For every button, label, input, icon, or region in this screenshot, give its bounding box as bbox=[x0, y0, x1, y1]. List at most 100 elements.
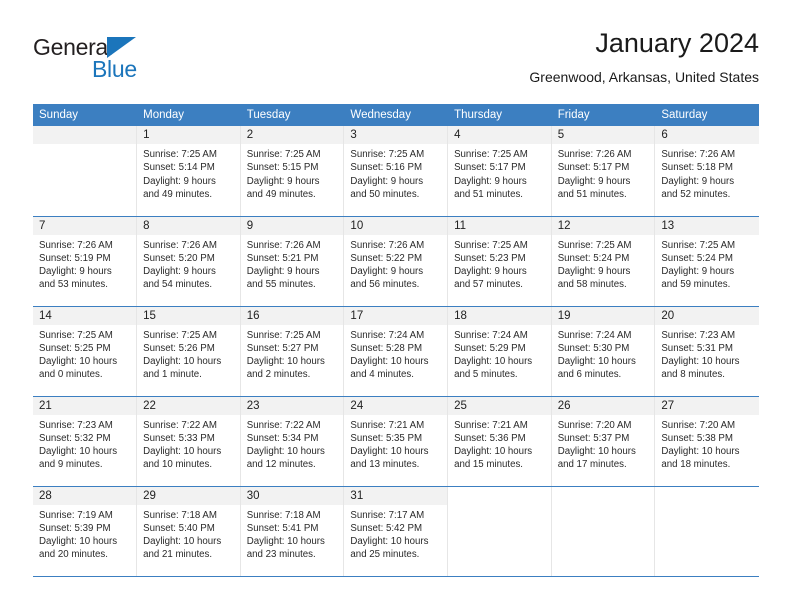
calendar-day-cell[interactable]: 16 Sunrise: 7:25 AM Sunset: 5:27 PM Dayligh… bbox=[240, 306, 345, 397]
sunrise-time: Sunrise: 7:20 AM bbox=[661, 419, 736, 431]
day-sun-info: Sunrise: 7:25 AM Sunset: 5:16 PM Daylight:… bbox=[344, 144, 447, 201]
daylight-line-1: Daylight: 10 hours bbox=[454, 356, 533, 368]
day-sun-info: Sunrise: 7:26 AM Sunset: 5:20 PM Daylight:… bbox=[137, 235, 240, 292]
calendar-day-cell[interactable]: 29 Sunrise: 7:18 AM Sunset: 5:40 PM Dayligh… bbox=[136, 486, 241, 577]
sunset-time: Sunset: 5:20 PM bbox=[143, 252, 215, 264]
day-number: 26 bbox=[551, 396, 655, 415]
day-number: 23 bbox=[240, 396, 344, 415]
calendar-day-cell[interactable]: 26 Sunrise: 7:20 AM Sunset: 5:37 PM Dayligh… bbox=[551, 396, 656, 487]
daylight-line-2: and 51 minutes. bbox=[557, 188, 627, 200]
day-sun-info: Sunrise: 7:24 AM Sunset: 5:29 PM Daylight:… bbox=[448, 325, 551, 382]
calendar-day-cell[interactable]: 7 Sunrise: 7:26 AM Sunset: 5:19 PM Daylight… bbox=[33, 216, 138, 307]
daylight-line-2: and 15 minutes. bbox=[454, 459, 523, 471]
calendar-day-cell[interactable]: 1 Sunrise: 7:25 AM Sunset: 5:14 PM Daylight… bbox=[136, 126, 241, 217]
daylight-line-2: and 58 minutes. bbox=[557, 279, 627, 291]
day-number: 17 bbox=[344, 306, 448, 325]
calendar-day-cell[interactable]: 23 Sunrise: 7:22 AM Sunset: 5:34 PM Dayligh… bbox=[240, 396, 345, 487]
calendar-day-cell[interactable]: 9 Sunrise: 7:26 AM Sunset: 5:21 PM Daylight… bbox=[240, 216, 345, 307]
sunrise-time: Sunrise: 7:25 AM bbox=[350, 149, 425, 160]
calendar-day-cell[interactable]: 3 Sunrise: 7:25 AM Sunset: 5:16 PM Daylight… bbox=[343, 126, 449, 217]
daylight-line-1: Daylight: 10 hours bbox=[661, 446, 740, 458]
daylight-line-1: Daylight: 9 hours bbox=[557, 175, 631, 187]
day-sun-info: Sunrise: 7:25 AM Sunset: 5:15 PM Daylight:… bbox=[241, 144, 344, 201]
day-sun-info: Sunrise: 7:19 AM Sunset: 5:39 PM Daylight:… bbox=[33, 505, 136, 562]
day-number: 3 bbox=[344, 126, 448, 144]
sunset-time: Sunset: 5:19 PM bbox=[39, 252, 111, 264]
day-sun-info: Sunrise: 7:21 AM Sunset: 5:35 PM Daylight:… bbox=[344, 415, 447, 472]
day-number: 28 bbox=[33, 486, 137, 505]
calendar-day-cell[interactable]: 27 Sunrise: 7:20 AM Sunset: 5:38 PM Dayligh… bbox=[654, 396, 759, 487]
daylight-line-2: and 5 minutes. bbox=[454, 369, 518, 381]
calendar-day-cell[interactable]: 18 Sunrise: 7:24 AM Sunset: 5:29 PM Dayligh… bbox=[447, 306, 552, 397]
calendar-day-cell[interactable]: 14 Sunrise: 7:25 AM Sunset: 5:25 PM Dayligh… bbox=[33, 306, 138, 397]
sunset-time: Sunset: 5:35 PM bbox=[350, 432, 423, 444]
sunrise-time: Sunrise: 7:25 AM bbox=[661, 239, 736, 251]
calendar-day-cell[interactable]: 31 Sunrise: 7:17 AM Sunset: 5:42 PM Dayligh… bbox=[343, 486, 449, 577]
day-sun-info: Sunrise: 7:26 AM Sunset: 5:19 PM Daylight:… bbox=[33, 235, 136, 292]
sunrise-time: Sunrise: 7:24 AM bbox=[557, 329, 632, 341]
daylight-line-1: Daylight: 9 hours bbox=[143, 266, 216, 278]
daylight-line-1: Daylight: 9 hours bbox=[454, 266, 527, 278]
calendar-cell-empty bbox=[551, 486, 656, 577]
calendar-day-cell[interactable]: 13 Sunrise: 7:25 AM Sunset: 5:24 PM Dayligh… bbox=[654, 216, 759, 307]
calendar-day-cell[interactable]: 12 Sunrise: 7:25 AM Sunset: 5:24 PM Dayligh… bbox=[551, 216, 656, 307]
sunset-time: Sunset: 5:24 PM bbox=[661, 252, 733, 264]
day-number: 25 bbox=[448, 396, 551, 415]
daylight-line-1: Daylight: 9 hours bbox=[39, 266, 112, 278]
sunset-time: Sunset: 5:36 PM bbox=[454, 432, 526, 444]
calendar-day-cell[interactable]: 21 Sunrise: 7:23 AM Sunset: 5:32 PM Dayligh… bbox=[33, 396, 138, 487]
day-number: 18 bbox=[448, 306, 551, 325]
daylight-line-2: and 25 minutes. bbox=[350, 549, 420, 561]
calendar-day-cell[interactable]: 4 Sunrise: 7:25 AM Sunset: 5:17 PM Daylight… bbox=[447, 126, 552, 217]
calendar-day-cell[interactable]: 24 Sunrise: 7:21 AM Sunset: 5:35 PM Dayligh… bbox=[343, 396, 449, 487]
day-sun-info: Sunrise: 7:23 AM Sunset: 5:31 PM Daylight:… bbox=[655, 325, 758, 382]
calendar-day-cell[interactable]: 19 Sunrise: 7:24 AM Sunset: 5:30 PM Dayligh… bbox=[551, 306, 656, 397]
calendar-day-cell[interactable]: 15 Sunrise: 7:25 AM Sunset: 5:26 PM Dayligh… bbox=[136, 306, 241, 397]
daylight-line-1: Daylight: 9 hours bbox=[246, 175, 320, 187]
day-sun-info: Sunrise: 7:25 AM Sunset: 5:27 PM Daylight:… bbox=[241, 325, 344, 382]
sunrise-time: Sunrise: 7:18 AM bbox=[246, 509, 321, 521]
calendar-day-cell[interactable]: 20 Sunrise: 7:23 AM Sunset: 5:31 PM Dayligh… bbox=[654, 306, 759, 397]
calendar-day-cell[interactable]: 6 Sunrise: 7:26 AM Sunset: 5:18 PM Daylight… bbox=[654, 126, 759, 217]
sunrise-time: Sunrise: 7:18 AM bbox=[143, 509, 217, 521]
sunset-time: Sunset: 5:27 PM bbox=[246, 342, 319, 354]
calendar-week-row: 21 Sunrise: 7:23 AM Sunset: 5:32 PM Dayligh… bbox=[33, 396, 759, 487]
sunrise-time: Sunrise: 7:23 AM bbox=[661, 329, 736, 341]
sunset-time: Sunset: 5:29 PM bbox=[454, 342, 526, 354]
day-number: 11 bbox=[448, 216, 551, 235]
calendar-day-cell[interactable]: 22 Sunrise: 7:22 AM Sunset: 5:33 PM Dayligh… bbox=[136, 396, 241, 487]
calendar-day-cell[interactable]: 5 Sunrise: 7:26 AM Sunset: 5:17 PM Daylight… bbox=[551, 126, 656, 217]
sunset-time: Sunset: 5:22 PM bbox=[350, 252, 423, 264]
weekday-header-saturday: Saturday bbox=[654, 104, 759, 126]
daylight-line-1: Daylight: 10 hours bbox=[246, 536, 325, 548]
sunset-time: Sunset: 5:24 PM bbox=[557, 252, 630, 264]
day-sun-info: Sunrise: 7:18 AM Sunset: 5:40 PM Daylight:… bbox=[137, 505, 240, 562]
calendar-day-cell[interactable]: 17 Sunrise: 7:24 AM Sunset: 5:28 PM Dayligh… bbox=[343, 306, 449, 397]
calendar-cell-empty bbox=[447, 486, 552, 577]
calendar-day-cell[interactable]: 25 Sunrise: 7:21 AM Sunset: 5:36 PM Dayligh… bbox=[447, 396, 552, 487]
page-title: January 2024 bbox=[595, 28, 759, 58]
sunrise-time: Sunrise: 7:25 AM bbox=[246, 329, 321, 341]
day-number: 10 bbox=[344, 216, 448, 235]
day-number bbox=[33, 126, 137, 144]
daylight-line-2: and 54 minutes. bbox=[143, 279, 213, 291]
calendar-day-cell[interactable]: 8 Sunrise: 7:26 AM Sunset: 5:20 PM Daylight… bbox=[136, 216, 241, 307]
calendar-day-cell[interactable]: 30 Sunrise: 7:18 AM Sunset: 5:41 PM Dayligh… bbox=[240, 486, 345, 577]
day-sun-info: Sunrise: 7:24 AM Sunset: 5:28 PM Daylight:… bbox=[344, 325, 447, 382]
day-sun-info: Sunrise: 7:25 AM Sunset: 5:25 PM Daylight:… bbox=[33, 325, 136, 382]
calendar-day-cell[interactable]: 2 Sunrise: 7:25 AM Sunset: 5:15 PM Daylight… bbox=[240, 126, 345, 217]
calendar-week-row: 7 Sunrise: 7:26 AM Sunset: 5:19 PM Daylight… bbox=[33, 216, 759, 307]
day-number: 4 bbox=[448, 126, 551, 144]
daylight-line-2: and 21 minutes. bbox=[143, 549, 213, 561]
calendar-day-cell[interactable]: 10 Sunrise: 7:26 AM Sunset: 5:22 PM Dayligh… bbox=[343, 216, 449, 307]
calendar-page: General Blue January 2024 Greenwood, Ark… bbox=[0, 0, 792, 612]
calendar-day-cell[interactable]: 28 Sunrise: 7:19 AM Sunset: 5:39 PM Dayligh… bbox=[33, 486, 138, 577]
day-number: 29 bbox=[137, 486, 240, 505]
calendar-day-cell[interactable]: 11 Sunrise: 7:25 AM Sunset: 5:23 PM Dayligh… bbox=[447, 216, 552, 307]
daylight-line-2: and 9 minutes. bbox=[39, 459, 103, 471]
day-sun-info: Sunrise: 7:21 AM Sunset: 5:36 PM Daylight:… bbox=[448, 415, 551, 472]
day-number: 8 bbox=[137, 216, 240, 235]
day-number: 30 bbox=[240, 486, 344, 505]
sunrise-time: Sunrise: 7:22 AM bbox=[143, 419, 217, 431]
daylight-line-2: and 0 minutes. bbox=[39, 369, 103, 381]
